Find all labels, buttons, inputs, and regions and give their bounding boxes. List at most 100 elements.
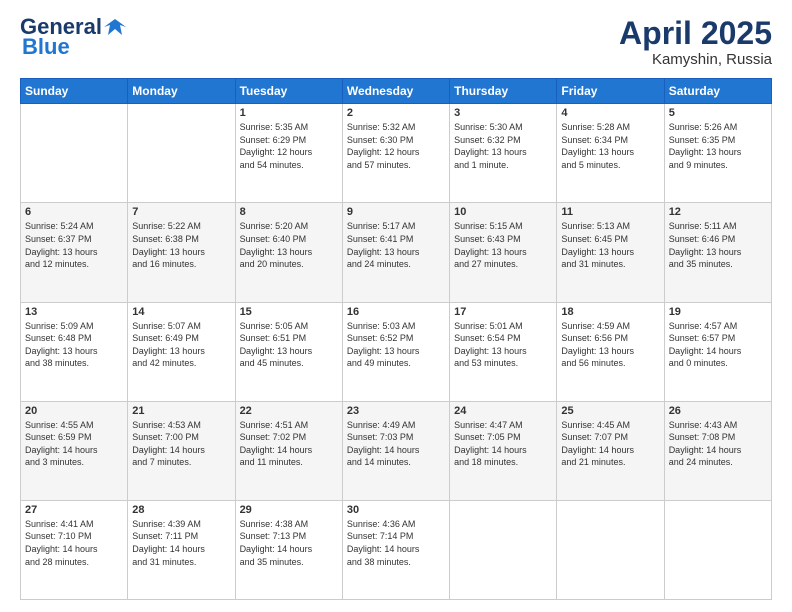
calendar-week-row: 6 Sunrise: 5:24 AM Sunset: 6:37 PM Daylig… xyxy=(21,203,772,302)
header: General Blue April 2025 Kamyshin, Russia xyxy=(20,16,772,68)
day-number: 29 xyxy=(240,504,338,516)
day-number: 26 xyxy=(669,405,767,417)
calendar-cell xyxy=(557,500,664,599)
calendar-cell: 5Sunrise: 5:26 AM Sunset: 6:35 PM Daylig… xyxy=(664,104,771,203)
day-info: Sunrise: 4:45 AM Sunset: 7:07 PM Dayligh… xyxy=(561,419,659,469)
header-tuesday: Tuesday xyxy=(235,79,342,104)
calendar-cell: 25 Sunrise: 4:45 AM Sunset: 7:07 PM Dayli… xyxy=(557,401,664,500)
day-number: 25 xyxy=(561,405,659,417)
day-info: Sunrise: 4:59 AM Sunset: 6:56 PM Dayligh… xyxy=(561,320,659,370)
calendar-week-row: 1 Sunrise: 5:35 AM Sunset: 6:29 PM Daylig… xyxy=(21,104,772,203)
calendar-cell: 16Sunrise: 5:03 AM Sunset: 6:52 PM Dayli… xyxy=(342,302,449,401)
header-thursday: Thursday xyxy=(450,79,557,104)
calendar-cell: 21 Sunrise: 4:53 AM Sunset: 7:00 PM Dayli… xyxy=(128,401,235,500)
calendar-table: Sunday Monday Tuesday Wednesday Thursday… xyxy=(20,78,772,600)
calendar-cell: 15Sunrise: 5:05 AM Sunset: 6:51 PM Dayli… xyxy=(235,302,342,401)
day-number: 8 xyxy=(240,206,338,218)
page: General Blue April 2025 Kamyshin, Russia… xyxy=(0,0,792,612)
day-info: Sunrise: 4:36 AM Sunset: 7:14 PM Dayligh… xyxy=(347,518,445,568)
day-number: 2 xyxy=(347,107,445,119)
day-number: 13 xyxy=(25,306,123,318)
day-number: 3 xyxy=(454,107,552,119)
calendar-cell: 13 Sunrise: 5:09 AM Sunset: 6:48 PM Dayli… xyxy=(21,302,128,401)
calendar-cell: 4 Sunrise: 5:28 AM Sunset: 6:34 PM Daylig… xyxy=(557,104,664,203)
day-info: Sunrise: 4:41 AM Sunset: 7:10 PM Dayligh… xyxy=(25,518,123,568)
calendar-cell xyxy=(128,104,235,203)
day-info: Sunrise: 4:43 AM Sunset: 7:08 PM Dayligh… xyxy=(669,419,767,469)
day-info: Sunrise: 5:03 AM Sunset: 6:52 PM Dayligh… xyxy=(347,320,445,370)
day-number: 10 xyxy=(454,206,552,218)
day-info: Sunrise: 4:53 AM Sunset: 7:00 PM Dayligh… xyxy=(132,419,230,469)
calendar-cell: 11 Sunrise: 5:13 AM Sunset: 6:45 PM Dayli… xyxy=(557,203,664,302)
calendar-cell: 12 Sunrise: 5:11 AM Sunset: 6:46 PM Dayli… xyxy=(664,203,771,302)
day-info: Sunrise: 5:30 AM Sunset: 6:32 PM Dayligh… xyxy=(454,121,552,171)
day-info: Sunrise: 5:17 AM Sunset: 6:41 PM Dayligh… xyxy=(347,220,445,270)
day-number: 12 xyxy=(669,206,767,218)
calendar-cell xyxy=(664,500,771,599)
day-info: Sunrise: 5:09 AM Sunset: 6:48 PM Dayligh… xyxy=(25,320,123,370)
day-info: Sunrise: 5:28 AM Sunset: 6:34 PM Dayligh… xyxy=(561,121,659,171)
day-info: Sunrise: 4:39 AM Sunset: 7:11 PM Dayligh… xyxy=(132,518,230,568)
calendar-cell: 20Sunrise: 4:55 AM Sunset: 6:59 PM Dayli… xyxy=(21,401,128,500)
day-info: Sunrise: 5:26 AM Sunset: 6:35 PM Dayligh… xyxy=(669,121,767,171)
day-number: 7 xyxy=(132,206,230,218)
day-info: Sunrise: 5:22 AM Sunset: 6:38 PM Dayligh… xyxy=(132,220,230,270)
calendar-cell xyxy=(450,500,557,599)
day-number: 11 xyxy=(561,206,659,218)
day-number: 18 xyxy=(561,306,659,318)
day-info: Sunrise: 5:05 AM Sunset: 6:51 PM Dayligh… xyxy=(240,320,338,370)
day-number: 6 xyxy=(25,206,123,218)
calendar-week-row: 27 Sunrise: 4:41 AM Sunset: 7:10 PM Dayli… xyxy=(21,500,772,599)
day-info: Sunrise: 5:24 AM Sunset: 6:37 PM Dayligh… xyxy=(25,220,123,270)
calendar-cell: 9 Sunrise: 5:17 AM Sunset: 6:41 PM Daylig… xyxy=(342,203,449,302)
calendar-cell: 3 Sunrise: 5:30 AM Sunset: 6:32 PM Daylig… xyxy=(450,104,557,203)
calendar-week-row: 20Sunrise: 4:55 AM Sunset: 6:59 PM Dayli… xyxy=(21,401,772,500)
day-number: 14 xyxy=(132,306,230,318)
calendar-cell: 17Sunrise: 5:01 AM Sunset: 6:54 PM Dayli… xyxy=(450,302,557,401)
day-number: 22 xyxy=(240,405,338,417)
month-title: April 2025 xyxy=(619,16,772,51)
day-info: Sunrise: 4:55 AM Sunset: 6:59 PM Dayligh… xyxy=(25,419,123,469)
day-info: Sunrise: 5:01 AM Sunset: 6:54 PM Dayligh… xyxy=(454,320,552,370)
location-title: Kamyshin, Russia xyxy=(619,51,772,68)
logo: General Blue xyxy=(20,16,128,60)
day-number: 4 xyxy=(561,107,659,119)
day-info: Sunrise: 5:11 AM Sunset: 6:46 PM Dayligh… xyxy=(669,220,767,270)
day-info: Sunrise: 4:49 AM Sunset: 7:03 PM Dayligh… xyxy=(347,419,445,469)
calendar-cell: 18 Sunrise: 4:59 AM Sunset: 6:56 PM Dayli… xyxy=(557,302,664,401)
header-wednesday: Wednesday xyxy=(342,79,449,104)
day-info: Sunrise: 5:07 AM Sunset: 6:49 PM Dayligh… xyxy=(132,320,230,370)
calendar-cell: 6 Sunrise: 5:24 AM Sunset: 6:37 PM Daylig… xyxy=(21,203,128,302)
calendar-cell: 24 Sunrise: 4:47 AM Sunset: 7:05 PM Dayli… xyxy=(450,401,557,500)
calendar-cell xyxy=(21,104,128,203)
day-info: Sunrise: 5:32 AM Sunset: 6:30 PM Dayligh… xyxy=(347,121,445,171)
calendar-cell: 10 Sunrise: 5:15 AM Sunset: 6:43 PM Dayli… xyxy=(450,203,557,302)
title-block: April 2025 Kamyshin, Russia xyxy=(619,16,772,68)
day-number: 19 xyxy=(669,306,767,318)
logo-bird-icon xyxy=(104,17,126,37)
day-number: 21 xyxy=(132,405,230,417)
calendar-week-row: 13 Sunrise: 5:09 AM Sunset: 6:48 PM Dayli… xyxy=(21,302,772,401)
calendar-cell: 29 Sunrise: 4:38 AM Sunset: 7:13 PM Dayli… xyxy=(235,500,342,599)
day-info: Sunrise: 5:15 AM Sunset: 6:43 PM Dayligh… xyxy=(454,220,552,270)
calendar-cell: 2 Sunrise: 5:32 AM Sunset: 6:30 PM Daylig… xyxy=(342,104,449,203)
day-info: Sunrise: 4:51 AM Sunset: 7:02 PM Dayligh… xyxy=(240,419,338,469)
calendar-cell: 22 Sunrise: 4:51 AM Sunset: 7:02 PM Dayli… xyxy=(235,401,342,500)
calendar-cell: 26 Sunrise: 4:43 AM Sunset: 7:08 PM Dayli… xyxy=(664,401,771,500)
calendar-cell: 7 Sunrise: 5:22 AM Sunset: 6:38 PM Daylig… xyxy=(128,203,235,302)
day-number: 30 xyxy=(347,504,445,516)
day-info: Sunrise: 4:38 AM Sunset: 7:13 PM Dayligh… xyxy=(240,518,338,568)
calendar-cell: 19Sunrise: 4:57 AM Sunset: 6:57 PM Dayli… xyxy=(664,302,771,401)
calendar-cell: 23Sunrise: 4:49 AM Sunset: 7:03 PM Dayli… xyxy=(342,401,449,500)
day-info: Sunrise: 5:13 AM Sunset: 6:45 PM Dayligh… xyxy=(561,220,659,270)
calendar-cell: 8Sunrise: 5:20 AM Sunset: 6:40 PM Daylig… xyxy=(235,203,342,302)
calendar-cell: 30 Sunrise: 4:36 AM Sunset: 7:14 PM Dayli… xyxy=(342,500,449,599)
weekday-header-row: Sunday Monday Tuesday Wednesday Thursday… xyxy=(21,79,772,104)
day-number: 27 xyxy=(25,504,123,516)
day-number: 9 xyxy=(347,206,445,218)
day-number: 28 xyxy=(132,504,230,516)
day-info: Sunrise: 4:47 AM Sunset: 7:05 PM Dayligh… xyxy=(454,419,552,469)
day-number: 24 xyxy=(454,405,552,417)
day-number: 1 xyxy=(240,107,338,119)
day-info: Sunrise: 5:35 AM Sunset: 6:29 PM Dayligh… xyxy=(240,121,338,171)
